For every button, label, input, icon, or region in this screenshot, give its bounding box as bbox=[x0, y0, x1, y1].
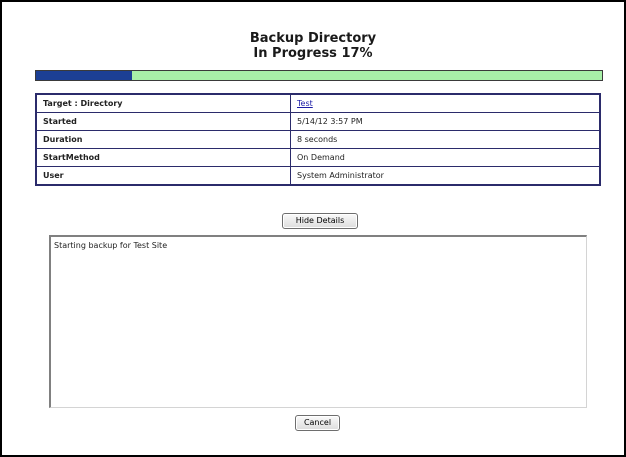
detail-value: Test bbox=[290, 93, 601, 113]
table-row: User System Administrator bbox=[35, 166, 601, 186]
detail-value: 8 seconds bbox=[290, 130, 601, 149]
progress-bar bbox=[35, 70, 603, 81]
table-row: Target : Directory Test bbox=[35, 93, 601, 113]
title-status: In Progress 17% bbox=[253, 46, 373, 61]
detail-label: User bbox=[35, 166, 291, 186]
detail-value: On Demand bbox=[290, 148, 601, 167]
detail-label: Duration bbox=[35, 130, 291, 149]
table-row: Duration 8 seconds bbox=[35, 130, 601, 149]
detail-value: System Administrator bbox=[290, 166, 601, 186]
details-table: Target : Directory Test Started 5/14/12 … bbox=[35, 93, 601, 186]
detail-label: StartMethod bbox=[35, 148, 291, 167]
target-link[interactable]: Test bbox=[297, 99, 313, 108]
detail-value: 5/14/12 3:57 PM bbox=[290, 112, 601, 131]
log-textarea[interactable]: Starting backup for Test Site bbox=[49, 235, 587, 408]
page-title: Backup Directory In Progress 17% bbox=[2, 31, 624, 61]
cancel-button[interactable]: Cancel bbox=[295, 415, 340, 431]
dialog-frame: Backup Directory In Progress 17% Target … bbox=[0, 0, 626, 457]
detail-label: Target : Directory bbox=[35, 93, 291, 113]
hide-details-button[interactable]: Hide Details bbox=[282, 213, 358, 229]
table-row: StartMethod On Demand bbox=[35, 148, 601, 167]
progress-bar-fill bbox=[36, 71, 133, 80]
title-operation: Backup Directory bbox=[249, 31, 377, 46]
table-row: Started 5/14/12 3:57 PM bbox=[35, 112, 601, 131]
detail-label: Started bbox=[35, 112, 291, 131]
